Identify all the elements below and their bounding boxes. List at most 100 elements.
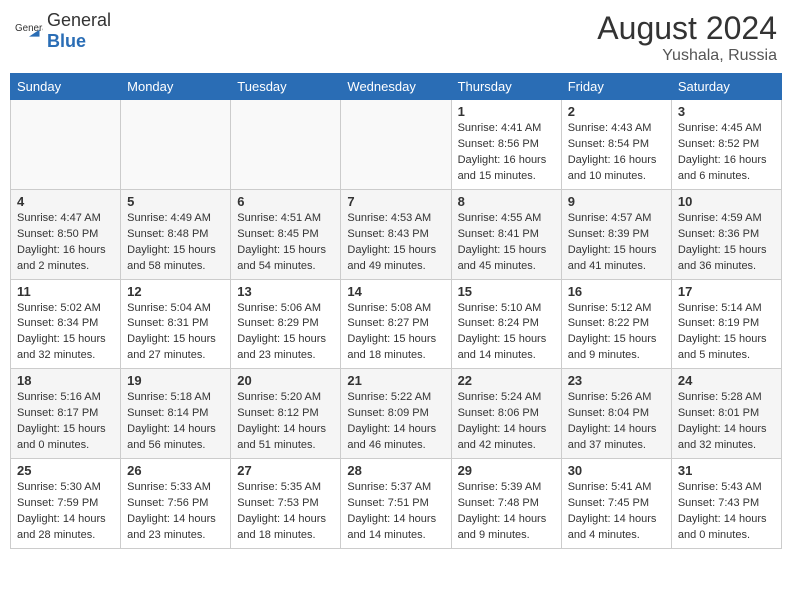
- day-number: 2: [568, 104, 665, 119]
- calendar-cell: 24 Sunrise: 5:28 AMSunset: 8:01 PMDayligh…: [671, 369, 781, 459]
- logo: General General Blue: [15, 10, 111, 52]
- day-number: 10: [678, 194, 775, 209]
- day-info: Sunrise: 4:55 AMSunset: 8:41 PMDaylight:…: [458, 211, 555, 275]
- day-number: 26: [127, 463, 224, 478]
- calendar-cell: 8 Sunrise: 4:55 AMSunset: 8:41 PMDaylight…: [451, 189, 561, 279]
- day-info: Sunrise: 5:26 AMSunset: 8:04 PMDaylight:…: [568, 390, 665, 454]
- location: Yushala, Russia: [597, 47, 777, 65]
- day-number: 17: [678, 284, 775, 299]
- day-number: 21: [347, 373, 444, 388]
- calendar-cell: 11 Sunrise: 5:02 AMSunset: 8:34 PMDayligh…: [11, 279, 121, 369]
- weekday-header-row: SundayMondayTuesdayWednesdayThursdayFrid…: [11, 74, 782, 100]
- logo-icon: General: [15, 17, 43, 45]
- calendar-cell: 4 Sunrise: 4:47 AMSunset: 8:50 PMDaylight…: [11, 189, 121, 279]
- calendar-cell: 21 Sunrise: 5:22 AMSunset: 8:09 PMDayligh…: [341, 369, 451, 459]
- calendar-table: SundayMondayTuesdayWednesdayThursdayFrid…: [10, 73, 782, 549]
- day-info: Sunrise: 5:41 AMSunset: 7:45 PMDaylight:…: [568, 480, 665, 544]
- calendar-cell: 19 Sunrise: 5:18 AMSunset: 8:14 PMDayligh…: [121, 369, 231, 459]
- weekday-header-sunday: Sunday: [11, 74, 121, 100]
- calendar-cell: 12Sunrise: 5:04 AMSunset: 8:31 PMDayligh…: [121, 279, 231, 369]
- day-info: Sunrise: 5:33 AMSunset: 7:56 PMDaylight:…: [127, 480, 224, 544]
- day-info: Sunrise: 5:43 AMSunset: 7:43 PMDaylight:…: [678, 480, 775, 544]
- calendar-cell: 1Sunrise: 4:41 AMSunset: 8:56 PMDaylight…: [451, 100, 561, 190]
- day-number: 15: [458, 284, 555, 299]
- day-number: 16: [568, 284, 665, 299]
- day-info: Sunrise: 5:18 AMSunset: 8:14 PMDaylight:…: [127, 390, 224, 454]
- calendar-cell: 22 Sunrise: 5:24 AMSunset: 8:06 PMDayligh…: [451, 369, 561, 459]
- weekday-header-saturday: Saturday: [671, 74, 781, 100]
- calendar-cell: 20 Sunrise: 5:20 AMSunset: 8:12 PMDayligh…: [231, 369, 341, 459]
- day-info: Sunrise: 5:04 AMSunset: 8:31 PMDaylight:…: [127, 301, 224, 365]
- day-info: Sunrise: 5:12 AMSunset: 8:22 PMDaylight:…: [568, 301, 665, 365]
- day-number: 9: [568, 194, 665, 209]
- day-info: Sunrise: 5:16 AMSunset: 8:17 PMDaylight:…: [17, 390, 114, 454]
- calendar-cell: 3Sunrise: 4:45 AMSunset: 8:52 PMDaylight…: [671, 100, 781, 190]
- calendar-cell: 23 Sunrise: 5:26 AMSunset: 8:04 PMDayligh…: [561, 369, 671, 459]
- day-info: Sunrise: 4:51 AMSunset: 8:45 PMDaylight:…: [237, 211, 334, 275]
- day-info: Sunrise: 5:06 AMSunset: 8:29 PMDaylight:…: [237, 301, 334, 365]
- weekday-header-wednesday: Wednesday: [341, 74, 451, 100]
- day-info: Sunrise: 4:53 AMSunset: 8:43 PMDaylight:…: [347, 211, 444, 275]
- calendar-cell: 16 Sunrise: 5:12 AMSunset: 8:22 PMDayligh…: [561, 279, 671, 369]
- day-info: Sunrise: 5:35 AMSunset: 7:53 PMDaylight:…: [237, 480, 334, 544]
- calendar-cell: 15 Sunrise: 5:10 AMSunset: 8:24 PMDayligh…: [451, 279, 561, 369]
- calendar-cell: 6 Sunrise: 4:51 AMSunset: 8:45 PMDaylight…: [231, 189, 341, 279]
- day-number: 30: [568, 463, 665, 478]
- day-info: Sunrise: 5:10 AMSunset: 8:24 PMDaylight:…: [458, 301, 555, 365]
- day-info: Sunrise: 5:20 AMSunset: 8:12 PMDaylight:…: [237, 390, 334, 454]
- day-number: 19: [127, 373, 224, 388]
- calendar-week-4: 18Sunrise: 5:16 AMSunset: 8:17 PMDayligh…: [11, 369, 782, 459]
- page-header: General General Blue August 2024 Yushala…: [10, 10, 782, 65]
- day-number: 13: [237, 284, 334, 299]
- day-info: Sunrise: 5:14 AMSunset: 8:19 PMDaylight:…: [678, 301, 775, 365]
- calendar-cell: [231, 100, 341, 190]
- day-info: Sunrise: 5:22 AMSunset: 8:09 PMDaylight:…: [347, 390, 444, 454]
- calendar-cell: 25 Sunrise: 5:30 AMSunset: 7:59 PMDayligh…: [11, 459, 121, 549]
- calendar-cell: 29 Sunrise: 5:39 AMSunset: 7:48 PMDayligh…: [451, 459, 561, 549]
- calendar-cell: 14Sunrise: 5:08 AMSunset: 8:27 PMDayligh…: [341, 279, 451, 369]
- day-info: Sunrise: 5:30 AMSunset: 7:59 PMDaylight:…: [17, 480, 114, 544]
- title-block: August 2024 Yushala, Russia: [597, 10, 777, 65]
- weekday-header-monday: Monday: [121, 74, 231, 100]
- day-number: 27: [237, 463, 334, 478]
- day-info: Sunrise: 5:08 AMSunset: 8:27 PMDaylight:…: [347, 301, 444, 365]
- day-number: 1: [458, 104, 555, 119]
- day-info: Sunrise: 5:37 AMSunset: 7:51 PMDaylight:…: [347, 480, 444, 544]
- day-number: 3: [678, 104, 775, 119]
- day-info: Sunrise: 4:59 AMSunset: 8:36 PMDaylight:…: [678, 211, 775, 275]
- day-info: Sunrise: 4:49 AMSunset: 8:48 PMDaylight:…: [127, 211, 224, 275]
- calendar-week-2: 4 Sunrise: 4:47 AMSunset: 8:50 PMDaylight…: [11, 189, 782, 279]
- day-number: 31: [678, 463, 775, 478]
- day-info: Sunrise: 4:47 AMSunset: 8:50 PMDaylight:…: [17, 211, 114, 275]
- day-number: 25: [17, 463, 114, 478]
- day-number: 29: [458, 463, 555, 478]
- calendar-cell: 7 Sunrise: 4:53 AMSunset: 8:43 PMDaylight…: [341, 189, 451, 279]
- day-number: 23: [568, 373, 665, 388]
- day-number: 8: [458, 194, 555, 209]
- day-number: 11: [17, 284, 114, 299]
- day-info: Sunrise: 4:57 AMSunset: 8:39 PMDaylight:…: [568, 211, 665, 275]
- day-number: 20: [237, 373, 334, 388]
- calendar-cell: 28 Sunrise: 5:37 AMSunset: 7:51 PMDayligh…: [341, 459, 451, 549]
- calendar-week-5: 25 Sunrise: 5:30 AMSunset: 7:59 PMDayligh…: [11, 459, 782, 549]
- weekday-header-tuesday: Tuesday: [231, 74, 341, 100]
- calendar-week-3: 11 Sunrise: 5:02 AMSunset: 8:34 PMDayligh…: [11, 279, 782, 369]
- day-number: 24: [678, 373, 775, 388]
- day-number: 6: [237, 194, 334, 209]
- logo-general: General: [47, 10, 111, 30]
- day-info: Sunrise: 5:28 AMSunset: 8:01 PMDaylight:…: [678, 390, 775, 454]
- calendar-cell: 26 Sunrise: 5:33 AMSunset: 7:56 PMDayligh…: [121, 459, 231, 549]
- weekday-header-thursday: Thursday: [451, 74, 561, 100]
- day-info: Sunrise: 5:02 AMSunset: 8:34 PMDaylight:…: [17, 301, 114, 365]
- day-info: Sunrise: 4:43 AMSunset: 8:54 PMDaylight:…: [568, 121, 665, 185]
- day-info: Sunrise: 5:24 AMSunset: 8:06 PMDaylight:…: [458, 390, 555, 454]
- day-number: 4: [17, 194, 114, 209]
- day-info: Sunrise: 5:39 AMSunset: 7:48 PMDaylight:…: [458, 480, 555, 544]
- calendar-cell: 10 Sunrise: 4:59 AMSunset: 8:36 PMDayligh…: [671, 189, 781, 279]
- day-number: 22: [458, 373, 555, 388]
- day-number: 28: [347, 463, 444, 478]
- calendar-cell: 30 Sunrise: 5:41 AMSunset: 7:45 PMDayligh…: [561, 459, 671, 549]
- month-year: August 2024: [597, 10, 777, 47]
- calendar-cell: 13 Sunrise: 5:06 AMSunset: 8:29 PMDayligh…: [231, 279, 341, 369]
- day-number: 7: [347, 194, 444, 209]
